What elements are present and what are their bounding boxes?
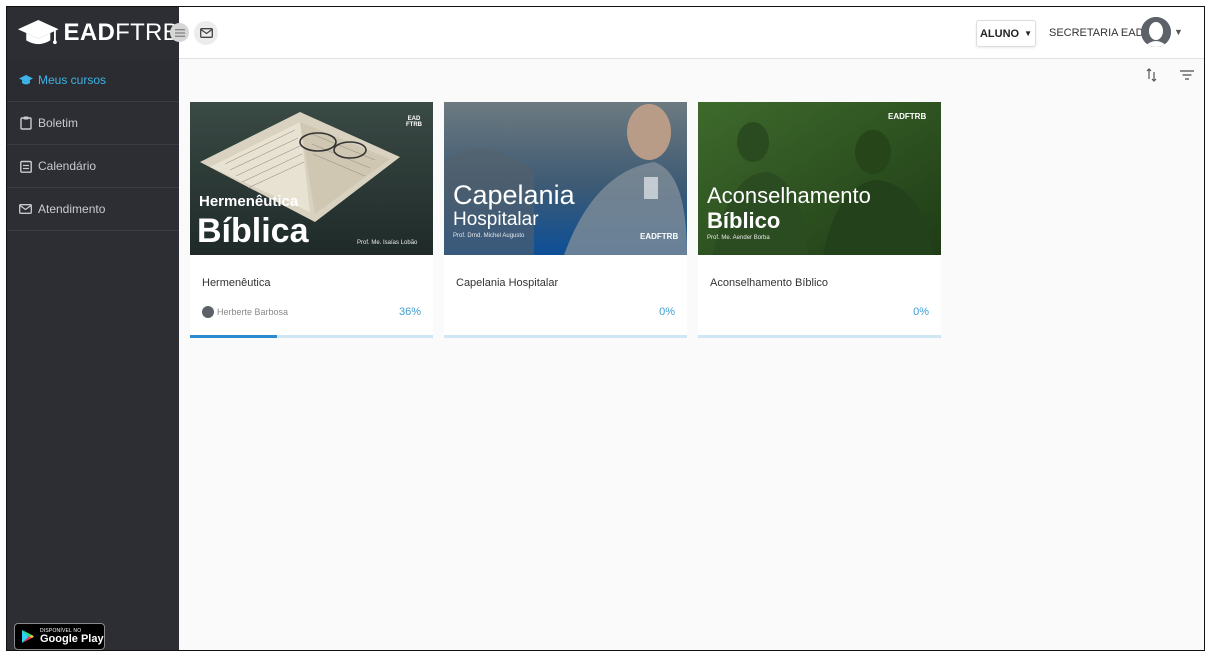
user-menu-caret-icon[interactable]: ▼ [1174,27,1183,37]
sort-icon[interactable] [1144,67,1160,83]
teacher-avatar-icon [202,306,214,318]
envelope-icon [18,202,33,217]
course-progress-label: 36% [398,306,421,318]
google-play-text: DISPONÍVEL NO Google Play [40,628,104,645]
sidebar-item-label: Calendário [38,159,97,173]
course-image[interactable]: Aconselhamento Bíblico Prof. Me. Aender … [698,102,941,255]
course-image-professor: Prof. Me. Isaías Lobão [357,240,418,246]
role-select-value: ALUNO [979,27,1020,40]
course-image-title-line2: Bíblica [197,212,309,250]
course-teacher: Herberte Barbosa [202,306,288,318]
calendar-icon [18,159,33,174]
user-name[interactable]: SECRETARIA EAD [1049,27,1144,39]
google-play-badge[interactable]: DISPONÍVEL NO Google Play [14,623,105,650]
course-card[interactable]: Hermenêutica Bíblica Prof. Me. Isaías Lo… [190,102,433,338]
logo-text: EADFTRB [64,19,179,47]
logo-text-bold: EAD [63,19,116,46]
sidebar-item-label: Atendimento [38,202,106,216]
course-image-brand: EAD FTRB [406,116,422,128]
course-image[interactable]: Capelania Hospitalar Prof. Drnd. Michel … [444,102,687,255]
clipboard-icon [18,116,33,131]
graduation-cap-icon [18,73,33,88]
course-image-title-line1: Hermenêutica [199,193,299,210]
course-image-brand: EADFTRB [640,232,679,241]
messages-button[interactable] [194,21,218,45]
hamburger-icon [174,28,185,37]
sidebar-item-atendimento[interactable]: Atendimento [7,188,179,231]
course-title[interactable]: Capelania Hospitalar [456,277,558,289]
sidebar-item-meus-cursos[interactable]: Meus cursos [7,59,179,102]
course-progress-bar [698,335,941,338]
role-select[interactable]: ALUNO ▼ [976,20,1036,47]
envelope-icon [199,28,213,38]
sidebar: Meus cursos Boletim Calendário Atendimen… [7,59,179,650]
course-image-title-line1: Capelania [453,180,575,210]
course-image-brand: EADFTRB [888,112,927,121]
course-progress-bar [444,335,687,338]
course-title[interactable]: Hermenêutica [202,277,270,289]
caret-down-icon: ▼ [1024,29,1033,38]
logo[interactable]: EADFTRB [7,7,179,59]
graduation-cap-logo-icon [17,20,59,45]
course-card[interactable]: Capelania Hospitalar Prof. Drnd. Michel … [444,102,687,338]
course-progress-label: 0% [913,306,929,318]
course-card[interactable]: Aconselhamento Bíblico Prof. Me. Aender … [698,102,941,338]
sidebar-item-calendario[interactable]: Calendário [7,145,179,188]
teacher-name: Herberte Barbosa [217,307,289,317]
sidebar-item-label: Boletim [38,116,79,130]
course-image-professor: Prof. Drnd. Michel Augusto [453,233,525,239]
google-play-big-text: Google Play [40,633,104,645]
menu-toggle-button[interactable] [170,23,189,42]
app-window: EADFTRB ALUNO ▼ SECRETARIA EAD ▼ Meus cu… [6,6,1205,651]
sidebar-item-label: Meus cursos [38,73,107,87]
course-image[interactable]: Hermenêutica Bíblica Prof. Me. Isaías Lo… [190,102,433,255]
course-image-title-line2: Bíblico [707,208,781,233]
course-progress-bar [190,335,433,338]
sidebar-item-boletim[interactable]: Boletim [7,102,179,145]
course-progress-fill [190,335,278,338]
user-silhouette-icon [1141,17,1171,47]
google-play-icon [22,630,34,643]
course-progress-label: 0% [659,306,675,318]
course-image-title-line2: Hospitalar [453,209,539,230]
course-image-title-line1: Aconselhamento [707,183,871,208]
top-bar: EADFTRB ALUNO ▼ SECRETARIA EAD ▼ [7,7,1204,59]
course-image-professor: Prof. Me. Aender Borba [707,235,770,241]
user-avatar[interactable] [1141,17,1171,47]
course-title[interactable]: Aconselhamento Bíblico [710,277,828,289]
filter-icon[interactable] [1179,68,1195,82]
